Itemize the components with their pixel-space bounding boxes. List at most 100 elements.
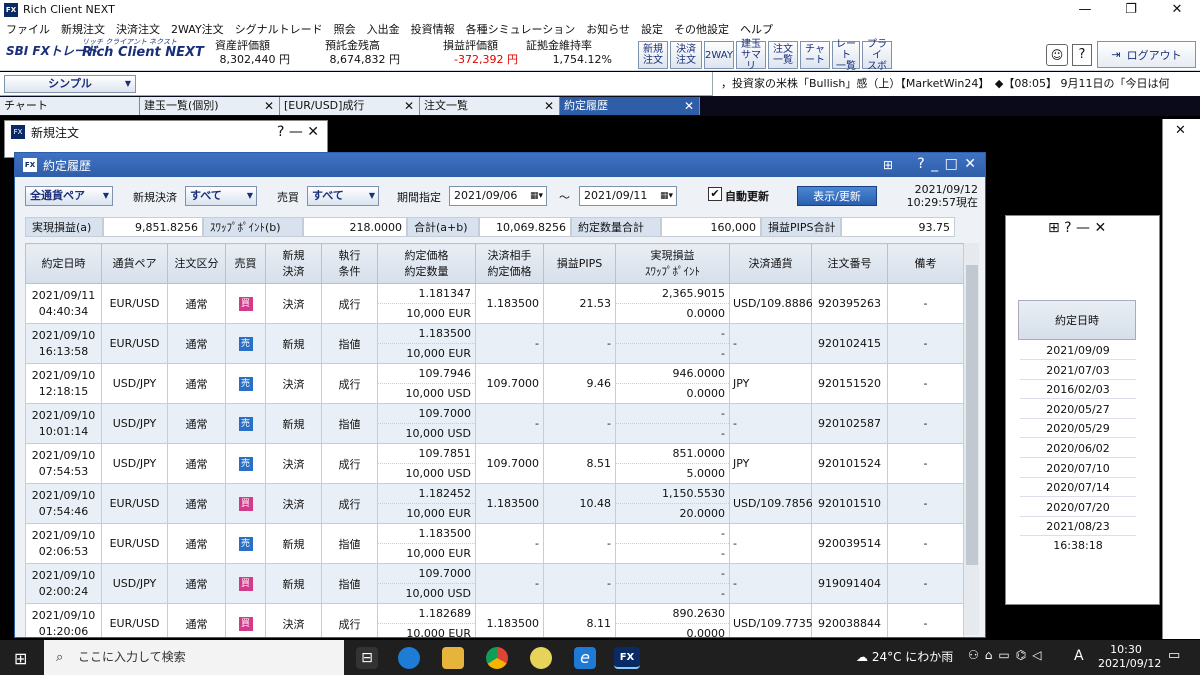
settle-currency-cell: - (729, 563, 812, 604)
close-icon[interactable]: ✕ (1175, 123, 1186, 138)
table-scrollbar[interactable] (963, 243, 979, 635)
table-row[interactable]: 2021/09/10 01:20:06 EUR/USD 通常買決済 成行 1.182689… (25, 603, 964, 637)
toolbar-button[interactable]: 新規 注文 (638, 41, 668, 69)
close-button[interactable]: ✕ (1154, 0, 1200, 19)
chrome-icon[interactable] (486, 647, 508, 669)
column-header[interactable]: 約定価格 約定数量 (377, 243, 476, 284)
column-header[interactable]: 備考 (887, 243, 964, 284)
column-header[interactable]: 実現損益 ｽﾜｯﾌﾟﾎﾟｲﾝﾄ (615, 243, 730, 284)
notification-icon[interactable]: ▭ (1168, 648, 1180, 663)
menu-item[interactable]: お知らせ (586, 21, 630, 37)
order-type-cell: 通常 (167, 523, 226, 564)
table-row[interactable]: 2021/09/10 10:01:14 USD/JPY 通常売新規 指値 109.7000… (25, 403, 964, 444)
menu-item[interactable]: ファイル (6, 21, 50, 37)
close-icon[interactable]: ✕ (544, 97, 554, 115)
menu-bar: ファイル 新規注文 決済注文 2WAY注文 シグナルトレード 照会 入出金 投資情報 各種シミュ… (0, 19, 1200, 38)
tab-label: [EUR/USD]成行 (284, 99, 365, 112)
task-view-icon[interactable]: ⊟ (356, 647, 378, 669)
toolbar-button[interactable]: プライ スボ (862, 39, 892, 72)
window-tools-icon[interactable]: ⊞ (883, 158, 893, 172)
menu-item[interactable]: 決済注文 (116, 21, 160, 37)
window-controls[interactable]: ? _ □ ✕ (917, 156, 977, 172)
windows-start-icon[interactable]: ⊞ (14, 649, 27, 668)
close-icon[interactable]: ✕ (264, 97, 274, 115)
layout-select[interactable]: シンプル ▼ (4, 75, 136, 93)
tab[interactable]: [EUR/USD]成行 ✕ (280, 97, 420, 115)
tab[interactable]: 約定履歴 ✕ (560, 97, 700, 115)
to-date-input[interactable]: 2021/09/11 ▦▾ (579, 186, 677, 206)
file-explorer-icon[interactable] (442, 647, 464, 669)
column-header[interactable]: 注文番号 (811, 243, 888, 284)
menu-item[interactable]: 設定 (641, 21, 663, 37)
table-row[interactable]: 2021/09/10 02:06:53 EUR/USD 通常売新規 指値 1.183500… (25, 523, 964, 564)
table-row[interactable]: 2021/09/11 04:40:34 EUR/USD 通常買決済 成行 1.181347… (25, 283, 964, 324)
column-header[interactable]: 決済通貨 (729, 243, 812, 284)
agent-icon[interactable]: ☺ (1046, 44, 1068, 66)
toolbar-button[interactable]: レート 一覧 (832, 39, 860, 72)
scrollbar-thumb[interactable] (966, 265, 978, 565)
tray-icons[interactable]: ⚇⌂▭⌬◁ (968, 648, 1047, 662)
close-icon[interactable]: ✕ (684, 97, 694, 115)
edge-icon[interactable] (398, 647, 420, 669)
toolbar-button[interactable]: 建玉 サマリ (736, 39, 766, 72)
column-header[interactable]: 執行 条件 (321, 243, 378, 284)
logout-button[interactable]: ⇥ ログアウト (1097, 41, 1196, 68)
table-row[interactable]: 2021/09/10 07:54:53 USD/JPY 通常売決済 成行 109.7851… (25, 443, 964, 484)
toolbar-button[interactable]: 2WAY (704, 41, 734, 69)
fx-window-icon: FX (23, 158, 37, 172)
time: 02:06:53 (38, 544, 89, 558)
window-controls[interactable]: ⊞ ? — ✕ (1048, 220, 1106, 236)
fx-taskbar-icon[interactable]: FX (614, 647, 640, 669)
tab[interactable]: 注文一覧 ✕ (420, 97, 560, 115)
open-close-select[interactable]: すべて ▼ (185, 186, 257, 206)
settle-currency-cell: USD/109.7735 (729, 603, 813, 637)
table-row[interactable]: 2021/09/10 16:13:58 EUR/USD 通常売新規 指値 1.183500… (25, 323, 964, 364)
menu-item[interactable]: 新規注文 (61, 21, 105, 37)
column-header[interactable]: 決済相手 約定価格 (475, 243, 544, 284)
menu-item[interactable]: ヘルプ (740, 21, 773, 37)
toolbar-button[interactable]: チャ ート (800, 41, 830, 69)
weather-widget[interactable]: ☁ 24°C にわか雨 (856, 648, 953, 665)
from-date-input[interactable]: 2021/09/06 ▦▾ (449, 186, 547, 206)
menu-item[interactable]: 入出金 (367, 21, 400, 37)
side-select[interactable]: すべて ▼ (307, 186, 379, 206)
tab[interactable]: 建玉一覧(個別) ✕ (140, 97, 280, 115)
menu-item[interactable]: その他設定 (674, 21, 729, 37)
menu-item[interactable]: 投資情報 (411, 21, 455, 37)
auto-refresh-checkbox[interactable]: ✔ (708, 187, 722, 201)
pair-select[interactable]: 全通貨ペア ▼ (25, 186, 113, 206)
column-header[interactable]: 注文区分 (167, 243, 226, 284)
table-row[interactable]: 2021/09/10 07:54:46 EUR/USD 通常買決済 成行 1.182452… (25, 483, 964, 524)
ime-indicator[interactable]: A (1074, 648, 1084, 664)
column-header[interactable]: 通貨ペア (101, 243, 168, 284)
menu-item[interactable]: 照会 (334, 21, 356, 37)
close-icon[interactable]: ✕ (404, 97, 414, 115)
refresh-button[interactable]: 表示/更新 (797, 186, 877, 206)
taskbar-clock[interactable]: 10:30 2021/09/12 (1098, 643, 1161, 671)
menu-item[interactable]: シグナルトレード (235, 21, 323, 37)
new-order-controls[interactable]: ? — ✕ (277, 124, 319, 140)
minimize-button[interactable]: — (1062, 0, 1108, 19)
news-ticker[interactable]: ，投資家の米株「Bullish」感（上）【MarketWin24】 ◆【08:0… (712, 72, 1200, 96)
taskbar-search-input[interactable]: ⌕ ここに入力して検索 (44, 640, 344, 675)
summary-value: 93.75 (841, 217, 955, 237)
pair-cell: USD/JPY (101, 363, 168, 404)
column-header[interactable]: 損益PIPS (543, 243, 616, 284)
column-header[interactable]: 約定日時 (25, 243, 102, 284)
open-close-cell: 新規 (265, 403, 322, 444)
pips-cell: 21.53 (543, 283, 616, 324)
table-row[interactable]: 2021/09/10 12:18:15 USD/JPY 通常売決済 成行 109.7946… (25, 363, 964, 404)
help-button[interactable]: ? (1072, 44, 1092, 66)
tab[interactable]: チャート (0, 97, 140, 115)
table-row[interactable]: 2021/09/10 02:00:24 USD/JPY 通常買新規 指値 109.7000… (25, 563, 964, 604)
toolbar-button[interactable]: 注文 一覧 (768, 41, 798, 69)
restore-button[interactable]: ❐ (1108, 0, 1154, 19)
ie-icon[interactable]: e (574, 647, 596, 669)
toolbar-button[interactable]: 決済 注文 (670, 41, 702, 69)
app-icon[interactable] (530, 647, 552, 669)
menu-item[interactable]: 2WAY注文 (171, 21, 224, 37)
column-header[interactable]: 売買 (225, 243, 266, 284)
column-header[interactable]: 新規 決済 (265, 243, 322, 284)
order-type-cell: 通常 (167, 483, 226, 524)
menu-item[interactable]: 各種シミュレーション (466, 21, 576, 37)
